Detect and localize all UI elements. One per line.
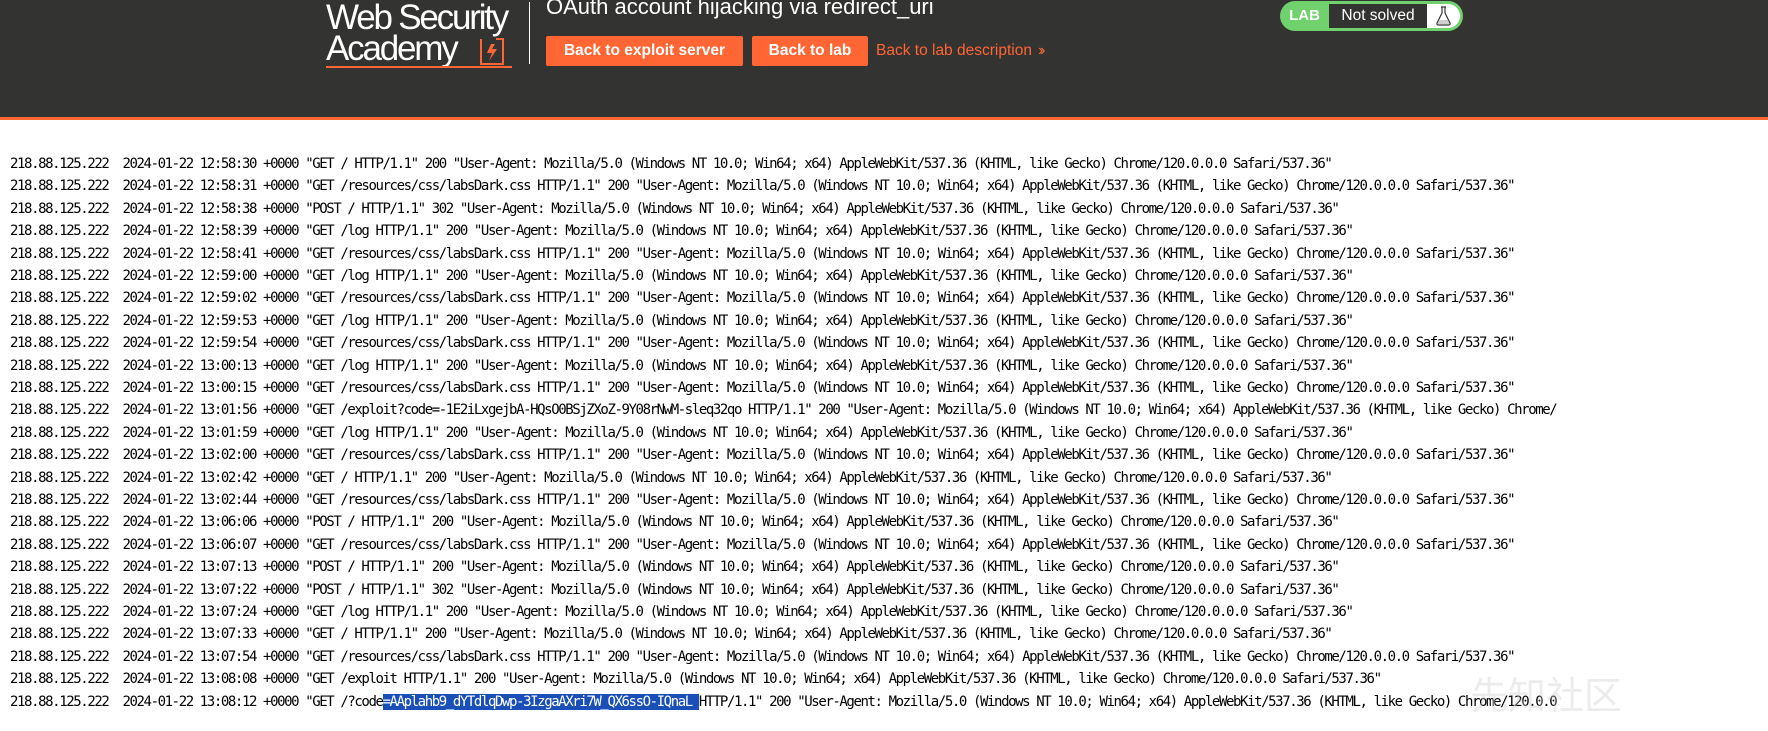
- log-line: 218.88.125.222 2024-01-22 13:07:33 +0000…: [10, 626, 1333, 643]
- selected-code-text[interactable]: =AAplahb9_dYTdlqDwp-3IzgaAXri7W_QX6ssO-I…: [382, 693, 699, 710]
- logo-underline: [326, 66, 512, 68]
- log-line: 218.88.125.222 2024-01-22 12:58:31 +0000…: [10, 178, 1516, 195]
- lab-header: Web Security Academy OAuth account hijac…: [0, 0, 1768, 120]
- log-line-selected: 218.88.125.222 2024-01-22 13:08:12 +0000…: [10, 691, 1558, 713]
- log-line: 218.88.125.222 2024-01-22 13:07:54 +0000…: [10, 648, 1516, 665]
- back-to-exploit-server-button[interactable]: Back to exploit server: [546, 36, 743, 66]
- back-to-lab-button[interactable]: Back to lab: [752, 36, 868, 66]
- log-line: 218.88.125.222 2024-01-22 13:00:15 +0000…: [10, 380, 1516, 396]
- log-line: 218.88.125.222 2024-01-22 12:59:02 +0000…: [10, 290, 1516, 307]
- log-line: 218.88.125.222 2024-01-22 12:58:39 +0000…: [10, 223, 1354, 240]
- log-line: 218.88.125.222 2024-01-22 13:02:42 +0000…: [10, 469, 1333, 486]
- log-line: 218.88.125.222 2024-01-22 13:02:44 +0000…: [10, 492, 1516, 508]
- log-line: 218.88.125.222 2024-01-22 12:58:41 +0000…: [10, 245, 1516, 262]
- flask-icon-container: [1427, 4, 1460, 28]
- log-line-prefix: 218.88.125.222 2024-01-22 13:08:12 +0000…: [10, 693, 384, 710]
- log-line: 218.88.125.222 2024-01-22 13:07:22 +0000…: [10, 581, 1340, 598]
- lab-status-label: LAB: [1289, 7, 1320, 24]
- logo-text-line2: Academy: [326, 29, 459, 68]
- log-line: 218.88.125.222 2024-01-22 13:06:07 +0000…: [10, 536, 1516, 553]
- log-line: 218.88.125.222 2024-01-22 12:59:00 +0000…: [10, 268, 1354, 284]
- log-line: 218.88.125.222 2024-01-22 12:59:54 +0000…: [10, 335, 1516, 352]
- log-line: 218.88.125.222 2024-01-22 13:02:00 +0000…: [10, 447, 1516, 464]
- back-to-lab-description-link[interactable]: Back to lab description ››: [876, 36, 1045, 66]
- logo-divider: [529, 2, 530, 64]
- log-line: 218.88.125.222 2024-01-22 13:06:06 +0000…: [10, 514, 1340, 531]
- log-line: 218.88.125.222 2024-01-22 12:58:30 +0000…: [10, 156, 1333, 172]
- log-line: 218.88.125.222 2024-01-22 13:08:08 +0000…: [10, 671, 1382, 688]
- log-line: 218.88.125.222 2024-01-22 13:01:56 +0000…: [10, 402, 1558, 419]
- access-log: 218.88.125.222 2024-01-22 12:58:30 +0000…: [0, 153, 1768, 731]
- log-line: 218.88.125.222 2024-01-22 13:00:13 +0000…: [10, 357, 1354, 374]
- lab-status-text: Not solved: [1329, 4, 1427, 28]
- flask-icon: [1436, 6, 1451, 26]
- double-chevron-right-icon: ››: [1037, 42, 1045, 59]
- log-line: 218.88.125.222 2024-01-22 12:58:38 +0000…: [10, 200, 1340, 217]
- back-to-lab-description-label: Back to lab description: [876, 42, 1032, 59]
- watermark: 先知社区: [1470, 674, 1623, 718]
- lab-title: OAuth account hijacking via redirect_uri: [546, 0, 934, 19]
- lab-status-widget: LAB Not solved: [1280, 1, 1463, 31]
- log-line: 218.88.125.222 2024-01-22 12:59:53 +0000…: [10, 312, 1354, 329]
- lightning-bolt-icon: [480, 38, 504, 65]
- log-line-suffix: HTTP/1.1" 200 "User-Agent: Mozilla/5.0 (…: [698, 693, 1558, 710]
- log-line: 218.88.125.222 2024-01-22 13:07:13 +0000…: [10, 559, 1340, 576]
- web-security-academy-logo[interactable]: Web Security Academy: [326, 0, 526, 72]
- log-line: 218.88.125.222 2024-01-22 13:07:24 +0000…: [10, 604, 1354, 620]
- log-line: 218.88.125.222 2024-01-22 13:01:59 +0000…: [10, 424, 1354, 441]
